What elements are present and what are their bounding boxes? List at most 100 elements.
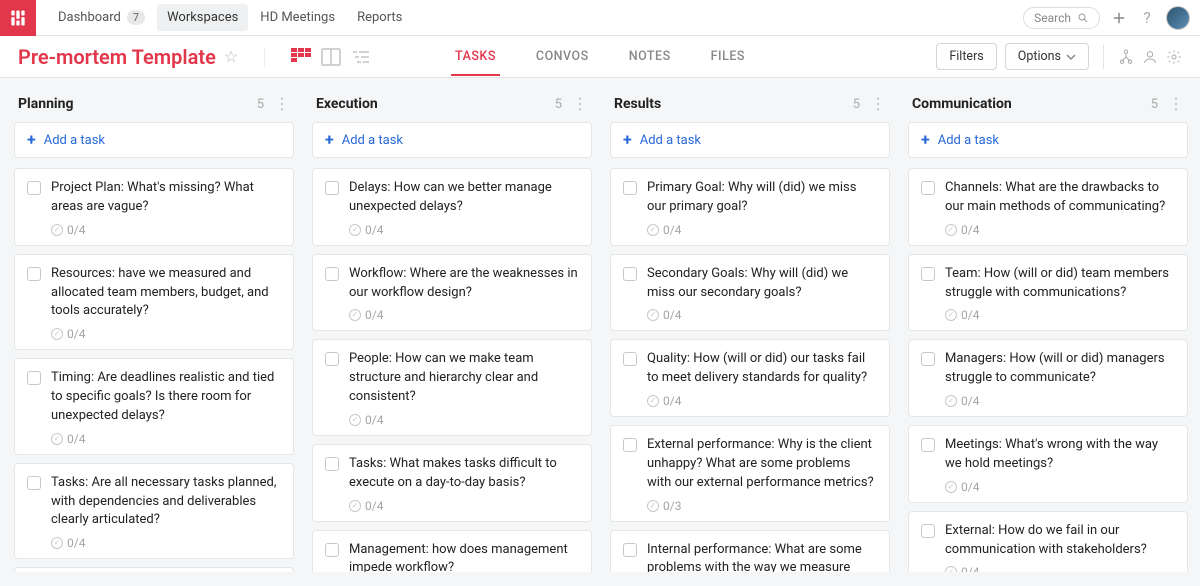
check-circle-icon [945,309,957,321]
column-menu-button[interactable]: ⋮ [1168,98,1184,109]
nav-reports[interactable]: Reports [347,4,412,31]
task-checkbox[interactable] [27,267,41,281]
card-list: Primary Goal: Why will (did) we miss our… [610,168,890,572]
task-card[interactable]: Timing: Are deadlines realistic and tied… [14,358,294,455]
task-card[interactable]: Project Plan: What's missing? What areas… [14,168,294,246]
task-card[interactable]: Internal performance: What are some prob… [610,530,890,572]
search-placeholder: Search [1034,11,1071,25]
task-card[interactable]: Tasks: Are all necessary tasks planned, … [14,463,294,560]
task-checkbox[interactable] [921,438,935,452]
task-card[interactable]: Management: how does manage­ment impede … [312,530,592,572]
task-card[interactable]: Meetings: What's wrong with the way we h… [908,425,1188,503]
add-task-label: Add a task [640,133,701,148]
task-progress: 0/4 [945,308,1175,322]
task-card[interactable]: Managers: How (will or did) man­agers st… [908,339,1188,417]
view-board-icon[interactable] [291,48,311,66]
task-checkbox[interactable] [325,267,339,281]
task-card[interactable]: External: How do we fail in our communic… [908,511,1188,572]
members-button[interactable] [1142,49,1158,65]
task-card[interactable]: Channels: What are the drawbacks to our … [908,168,1188,246]
avatar[interactable] [1166,6,1190,30]
task-card[interactable]: Documentation: Is our documenta­tion sys… [14,567,294,572]
board-column: Communication5⋮+Add a taskChannels: What… [908,92,1188,572]
column-menu-button[interactable]: ⋮ [274,98,290,109]
task-checkbox[interactable] [623,267,637,281]
nav-label: Workspaces [167,10,238,25]
task-checkbox[interactable] [921,267,935,281]
task-card[interactable]: People: How can we make team structure a… [312,339,592,436]
tab-convos[interactable]: CONVOS [532,37,593,76]
task-checkbox[interactable] [623,438,637,452]
task-card[interactable]: Tasks: What makes tasks difficult to exe… [312,444,592,522]
task-checkbox[interactable] [921,524,935,538]
task-title: Primary Goal: Why will (did) we miss our… [647,179,877,217]
column-menu-button[interactable]: ⋮ [870,98,886,109]
progress-text: 0/3 [663,499,681,513]
task-checkbox[interactable] [325,543,339,557]
task-card[interactable]: Team: How (will or did) team mem­bers st… [908,254,1188,332]
task-checkbox[interactable] [623,352,637,366]
add-task-button[interactable]: +Add a task [312,122,592,158]
nav-hd-meetings[interactable]: HD Meetings [250,4,345,31]
search-input[interactable]: Search [1023,7,1100,29]
task-progress: 0/4 [51,327,281,341]
help-button[interactable]: ? [1138,9,1156,27]
task-title: Project Plan: What's missing? What areas… [51,179,281,217]
task-card[interactable]: External performance: Why is the client … [610,425,890,522]
progress-text: 0/4 [365,308,383,322]
add-button[interactable] [1110,9,1128,27]
top-nav: Dashboard 7 Workspaces HD Meetings Repor… [0,0,1200,36]
add-task-button[interactable]: +Add a task [610,122,890,158]
tab-tasks[interactable]: TASKS [451,37,500,76]
tab-notes[interactable]: NOTES [625,37,675,76]
nav-workspaces[interactable]: Workspaces [157,4,248,31]
board-column: Results5⋮+Add a taskPrimary Goal: Why wi… [610,92,890,572]
task-checkbox[interactable] [27,371,41,385]
task-progress: 0/4 [945,480,1175,494]
task-progress: 0/3 [647,499,877,513]
task-progress: 0/4 [945,394,1175,408]
progress-text: 0/4 [663,223,681,237]
search-icon [1077,12,1089,24]
favorite-button[interactable]: ☆ [224,47,238,66]
settings-button[interactable] [1166,49,1182,65]
kanban-board: Planning5⋮+Add a taskProject Plan: What'… [0,78,1200,586]
task-title: Channels: What are the drawbacks to our … [945,179,1175,217]
content-tabs: TASKS CONVOS NOTES FILES [451,37,749,76]
options-button[interactable]: Options [1005,43,1089,70]
task-progress: 0/4 [51,536,281,550]
column-header: Planning5⋮ [14,92,294,122]
task-checkbox[interactable] [623,181,637,195]
nav-dashboard[interactable]: Dashboard 7 [48,4,155,31]
progress-text: 0/4 [663,394,681,408]
task-checkbox[interactable] [921,352,935,366]
check-circle-icon [647,500,659,512]
view-split-icon[interactable] [321,48,341,66]
nav-label: Reports [357,10,402,25]
task-checkbox[interactable] [27,181,41,195]
task-checkbox[interactable] [623,543,637,557]
check-circle-icon [945,395,957,407]
task-checkbox[interactable] [27,476,41,490]
task-checkbox[interactable] [325,457,339,471]
filters-button[interactable]: Filters [936,43,996,70]
task-card[interactable]: Primary Goal: Why will (did) we miss our… [610,168,890,246]
task-checkbox[interactable] [921,181,935,195]
column-title: Communication [912,96,1151,112]
task-checkbox[interactable] [325,181,339,195]
dependencies-button[interactable] [1118,49,1134,65]
add-task-button[interactable]: +Add a task [14,122,294,158]
add-task-button[interactable]: +Add a task [908,122,1188,158]
task-card[interactable]: Workflow: Where are the weak­nesses in o… [312,254,592,332]
column-menu-button[interactable]: ⋮ [572,98,588,109]
plus-icon: + [325,132,334,148]
task-card[interactable]: Resources: have we measured and allocate… [14,254,294,351]
tab-files[interactable]: FILES [707,37,749,76]
task-checkbox[interactable] [325,352,339,366]
task-card[interactable]: Delays: How can we better manage unexpec… [312,168,592,246]
task-card[interactable]: Quality: How (will or did) our tasks fai… [610,339,890,417]
view-list-icon[interactable] [351,48,371,66]
app-logo[interactable] [0,0,36,36]
task-card[interactable]: Secondary Goals: Why will (did) we miss … [610,254,890,332]
options-label: Options [1018,49,1061,64]
